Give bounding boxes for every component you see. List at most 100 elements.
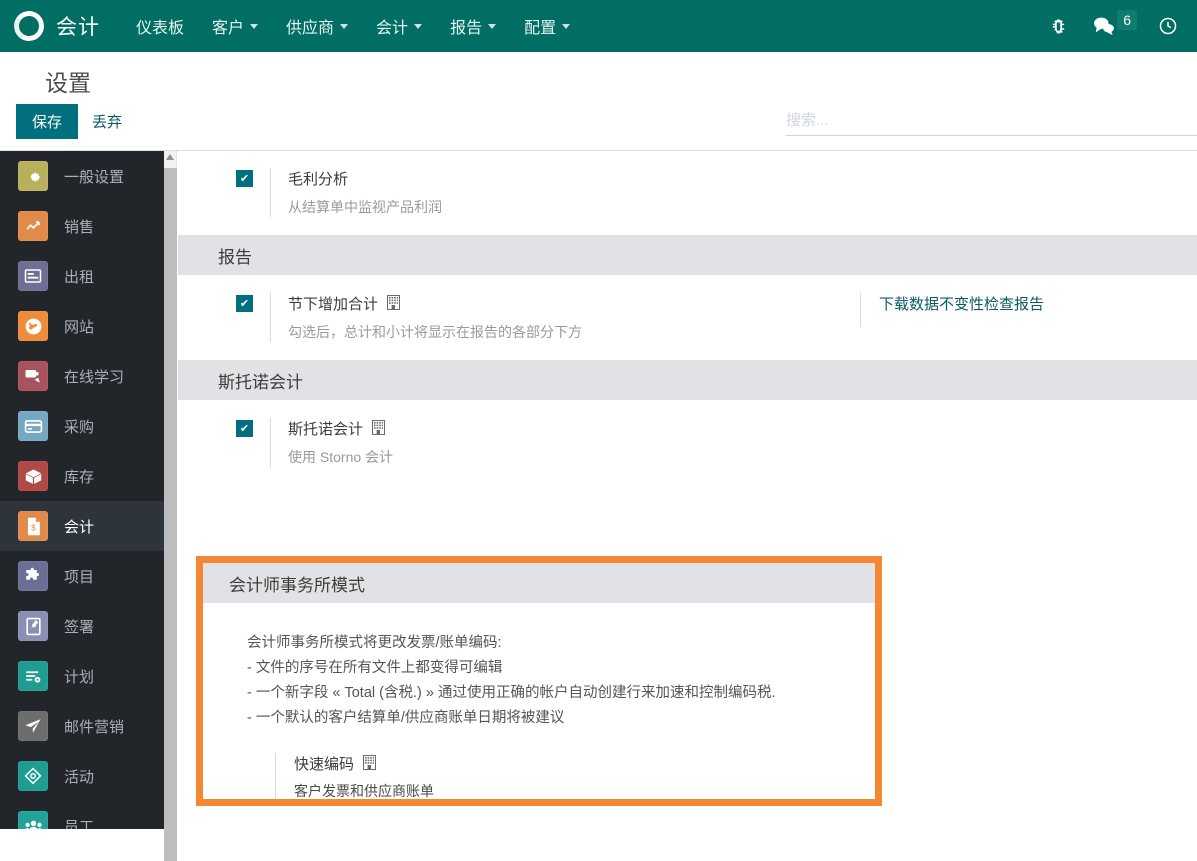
sidebar-item-label: 签署 (64, 618, 95, 636)
sidebar-item-label: 库存 (64, 468, 95, 486)
sidebar-item-employees[interactable]: 员工 (0, 801, 164, 829)
scrollbar-thumb[interactable] (164, 168, 177, 861)
sidebar-item-label: 采购 (64, 418, 95, 436)
search-input[interactable] (786, 112, 1197, 129)
save-button[interactable]: 保存 (16, 104, 79, 139)
planning-icon (18, 661, 48, 691)
sidebar-item-website[interactable]: 网站 (0, 301, 164, 351)
setting-row-body: 节下增加合计 勾选后，总计和小计将显示在报告的各部分下方 (270, 293, 582, 342)
svg-text:$: $ (31, 523, 36, 532)
setting-title: 节下增加合计 (288, 293, 582, 314)
setting-title-text: 毛利分析 (288, 171, 349, 188)
sidebar-item-accounting[interactable]: $ 会计 (0, 501, 164, 551)
brand-home-link[interactable]: 会计 (0, 0, 100, 52)
chevron-down-icon (250, 23, 259, 29)
menu-item-customers[interactable]: 客户 (198, 0, 272, 52)
accountant-info-line: 会计师事务所模式将更改发票/账单编码: (247, 635, 502, 651)
chevron-down-icon (562, 23, 571, 29)
menu-label: 仪表板 (136, 20, 185, 37)
chevron-down-icon (414, 23, 423, 29)
menu-label: 供应商 (286, 20, 335, 37)
setting-title-text: 快速编码 (294, 756, 355, 773)
setting-row-body: 毛利分析 从结算单中监视产品利润 (270, 168, 442, 217)
download-data-inalterability-report-link[interactable]: 下载数据不变性检查报告 (879, 293, 1044, 314)
messages-button[interactable]: 6 (1080, 0, 1145, 52)
setting-side-action: 下载数据不变性检查报告 (860, 293, 1044, 327)
company-building-icon (387, 295, 401, 312)
sidebar-item-label: 计划 (64, 668, 95, 686)
setting-title: 毛利分析 (288, 168, 442, 189)
setting-row-body: 斯托诺会计 使用 Storno 会计 (270, 418, 393, 467)
menu-item-dashboard[interactable]: 仪表板 (122, 0, 198, 52)
section-header-storno: 斯托诺会计 (178, 360, 1197, 400)
chevron-down-icon (340, 23, 349, 29)
menu-label: 配置 (524, 20, 557, 37)
sidebar-item-label: 邮件营销 (64, 718, 125, 736)
sidebar-item-elearning[interactable]: 在线学习 (0, 351, 164, 401)
box-icon (18, 461, 48, 491)
sidebar-item-sign[interactable]: 签署 (0, 601, 164, 651)
top-right-tools: 6 (1037, 0, 1197, 52)
setting-description: 从结算单中监视产品利润 (288, 199, 442, 215)
rental-card-icon (18, 261, 48, 291)
chart-line-icon (18, 211, 48, 241)
sidebar-item-label: 活动 (64, 768, 95, 786)
invoice-icon: $ (18, 511, 48, 541)
sidebar-item-inventory[interactable]: 库存 (0, 451, 164, 501)
search-box (786, 112, 1197, 136)
discard-button[interactable]: 丢弃 (92, 111, 122, 132)
setting-description: 使用 Storno 会计 (288, 449, 394, 465)
globe-icon (18, 311, 48, 341)
menu-label: 报告 (450, 20, 483, 37)
setting-row-quick-encoding: 快速编码 客户发票和供应商账单 (275, 753, 875, 799)
accountant-section-body: 会计师事务所模式将更改发票/账单编码: - 文件的序号在所有文件上都变得可编辑 … (203, 603, 875, 799)
setting-title-text: 节下增加合计 (288, 296, 379, 313)
sidebar-item-label: 员工 (64, 818, 95, 830)
elearning-icon (18, 361, 48, 391)
clock-icon[interactable] (1145, 0, 1191, 52)
menu-item-accounting[interactable]: 会计 (362, 0, 436, 52)
credit-card-icon (18, 411, 48, 441)
sidebar-item-purchase[interactable]: 采购 (0, 401, 164, 451)
setting-description: 勾选后，总计和小计将显示在报告的各部分下方 (288, 324, 582, 340)
section-header-text: 会计师事务所模式 (229, 575, 365, 595)
sidebar-item-rental[interactable]: 出租 (0, 251, 164, 301)
accountant-info-line: - 文件的序号在所有文件上都变得可编辑 (247, 660, 503, 676)
storno-accounting-checkbox[interactable]: ✔ (236, 420, 253, 437)
sidebar-scrollbar[interactable] (164, 151, 177, 861)
signature-icon (18, 611, 48, 641)
puzzle-icon (18, 561, 48, 591)
sidebar-item-label: 在线学习 (64, 368, 125, 386)
company-building-icon (363, 755, 377, 772)
margin-analysis-checkbox[interactable]: ✔ (236, 170, 253, 187)
setting-description: 客户发票和供应商账单 (294, 783, 434, 799)
section-header-text: 斯托诺会计 (218, 372, 303, 392)
menu-label: 会计 (376, 20, 409, 37)
odoo-o-logo-icon (11, 8, 47, 44)
sidebar-item-label: 销售 (64, 218, 95, 236)
sidebar-item-events[interactable]: 活动 (0, 751, 164, 801)
control-panel: 设置 保存 丢弃 (0, 52, 1197, 151)
sidebar-item-sales[interactable]: 销售 (0, 201, 164, 251)
chat-bubble-icon (1094, 17, 1115, 36)
scroll-up-arrow-icon[interactable] (166, 154, 174, 160)
menu-item-configuration[interactable]: 配置 (510, 0, 584, 52)
menu-item-reporting[interactable]: 报告 (436, 0, 510, 52)
accountant-info-line: - 一个新字段 « Total (含税.) » 通过使用正确的帐户自动创建行来加… (247, 685, 776, 701)
bug-icon[interactable] (1037, 0, 1080, 52)
accountant-info-line: - 一个默认的客户结算单/供应商账单日期将被建议 (247, 710, 565, 726)
totals-below-sections-checkbox[interactable]: ✔ (236, 295, 253, 312)
sidebar-item-planning[interactable]: 计划 (0, 651, 164, 701)
sidebar-item-label: 出租 (64, 268, 95, 286)
setting-title: 快速编码 (294, 753, 875, 774)
sidebar-item-email-marketing[interactable]: 邮件营销 (0, 701, 164, 751)
section-header-text: 报告 (218, 247, 252, 267)
menu-item-vendors[interactable]: 供应商 (272, 0, 362, 52)
setting-row-storno-accounting: ✔ 斯托诺会计 使用 Storno 会计 (178, 400, 1197, 485)
sidebar-item-label: 会计 (64, 518, 95, 536)
sidebar-item-project[interactable]: 项目 (0, 551, 164, 601)
accountant-firm-mode-highlight: 会计师事务所模式 会计师事务所模式将更改发票/账单编码: - 文件的序号在所有文… (196, 556, 882, 806)
menu-label: 客户 (212, 20, 245, 37)
setting-row-margin-analysis: ✔ 毛利分析 从结算单中监视产品利润 (178, 151, 1197, 235)
sidebar-item-general-settings[interactable]: 一般设置 (0, 151, 164, 201)
